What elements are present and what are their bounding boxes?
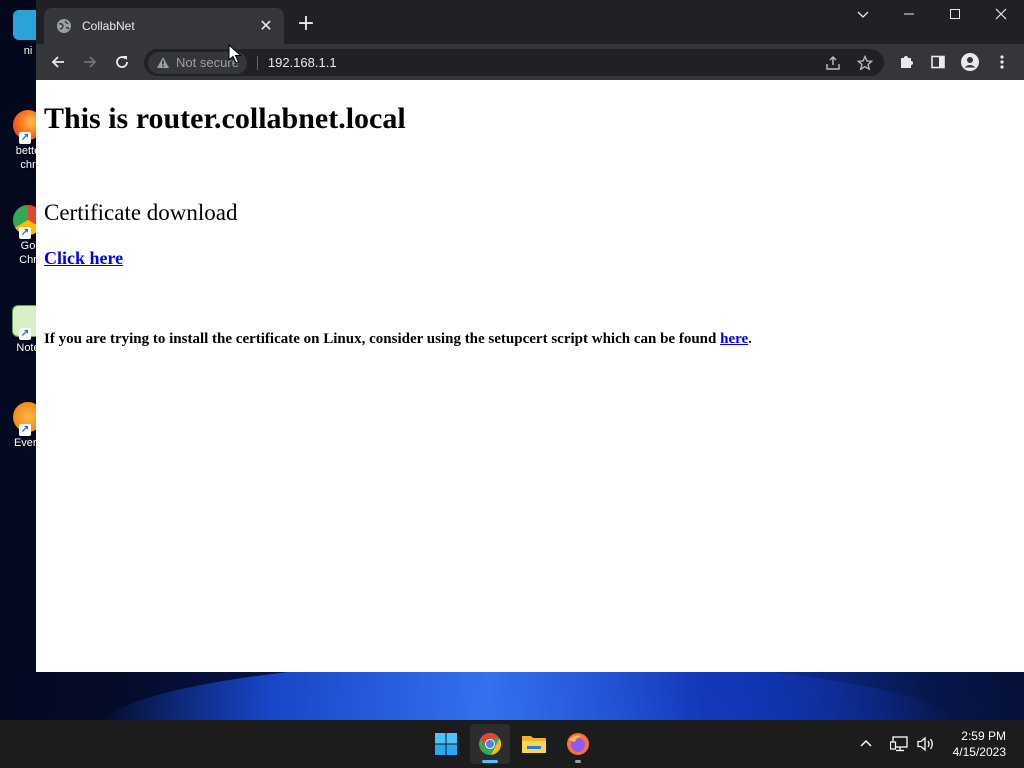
profile-icon: [961, 53, 979, 71]
menu-button[interactable]: [989, 50, 1015, 74]
url-text: 192.168.1.1: [267, 55, 337, 70]
arrow-right-icon: [84, 56, 97, 68]
warning-icon: [157, 57, 169, 68]
chrome-icon: [479, 733, 502, 755]
network-button[interactable]: [890, 720, 910, 768]
profile-button[interactable]: [957, 50, 983, 74]
volume-icon: [917, 736, 933, 752]
arrow-left-icon: [51, 56, 64, 68]
forward-button[interactable]: [78, 50, 102, 74]
maximize-icon: [950, 9, 960, 19]
reload-button[interactable]: [110, 50, 134, 74]
globe-icon: [57, 19, 71, 33]
browser-tab[interactable]: CollabNet ✕: [44, 8, 284, 44]
certificate-heading: Certificate download: [44, 200, 238, 225]
extensions-button[interactable]: [893, 50, 919, 74]
clock-time: 2:59 PM: [961, 729, 1006, 743]
shortcut-arrow-icon: ↗: [19, 328, 31, 340]
active-indicator: [482, 760, 498, 763]
shortcut-arrow-icon: ↗: [19, 424, 31, 436]
page-heading: This is router.collabnet.local: [44, 102, 406, 135]
browser-window: CollabNet ✕ + Not secure 192.168.1.1 Thi…: [36, 0, 1024, 672]
more-vert-icon: [1000, 55, 1004, 69]
taskbar-file-explorer[interactable]: [514, 724, 554, 764]
maximize-button[interactable]: [932, 0, 978, 32]
address-bar[interactable]: Not secure 192.168.1.1: [144, 49, 884, 76]
close-window-button[interactable]: [978, 0, 1024, 32]
start-button[interactable]: [426, 724, 466, 764]
back-button[interactable]: [46, 50, 70, 74]
setupcert-link[interactable]: here: [720, 331, 748, 347]
browser-toolbar: Not secure 192.168.1.1: [36, 44, 1024, 80]
taskbar: 2:59 PM 4/15/2023: [0, 720, 1024, 768]
firefox-icon: [567, 733, 589, 755]
side-panel-icon: [931, 55, 945, 69]
share-icon: [826, 55, 840, 70]
volume-button[interactable]: [916, 720, 936, 768]
taskbar-firefox[interactable]: [558, 724, 598, 764]
linux-note-end: .: [748, 331, 752, 347]
address-separator: [256, 55, 258, 70]
page-content: This is router.collabnet.local Certifica…: [36, 80, 1024, 672]
tab-close-button[interactable]: ✕: [256, 16, 276, 36]
shortcut-arrow-icon: ↗: [19, 132, 31, 144]
minimize-icon: [904, 13, 914, 15]
close-icon: [995, 8, 1007, 20]
shortcut-arrow-icon: ↗: [19, 227, 31, 239]
title-bar: CollabNet ✕ +: [36, 0, 1024, 44]
share-button[interactable]: [820, 49, 846, 76]
tab-title: CollabNet: [82, 19, 135, 33]
plus-icon: +: [296, 11, 316, 36]
chevron-up-icon: [860, 739, 872, 747]
mouse-cursor-icon: [228, 44, 242, 64]
certificate-download-link[interactable]: Click here: [44, 248, 123, 269]
windows-start-icon: [435, 733, 457, 755]
network-icon: [890, 736, 908, 752]
system-clock[interactable]: 2:59 PM 4/15/2023: [953, 728, 1006, 760]
taskbar-chrome[interactable]: [470, 724, 510, 764]
file-explorer-icon: [522, 736, 546, 753]
puzzle-icon: [901, 56, 913, 68]
show-hidden-icons-button[interactable]: [860, 720, 872, 768]
side-panel-button[interactable]: [925, 50, 951, 74]
bookmark-button[interactable]: [852, 49, 878, 76]
running-indicator: [575, 760, 581, 763]
linux-note-text: If you are trying to install the certifi…: [44, 331, 721, 347]
chevron-down-icon: [857, 11, 869, 18]
linux-note: If you are trying to install the certifi…: [44, 331, 752, 348]
clock-date: 4/15/2023: [952, 745, 1006, 759]
star-icon: [857, 54, 873, 71]
close-icon: ✕: [259, 16, 273, 35]
tab-search-button[interactable]: [840, 0, 886, 32]
reload-icon: [116, 56, 128, 68]
new-tab-button[interactable]: +: [294, 12, 318, 36]
minimize-button[interactable]: [886, 0, 932, 32]
